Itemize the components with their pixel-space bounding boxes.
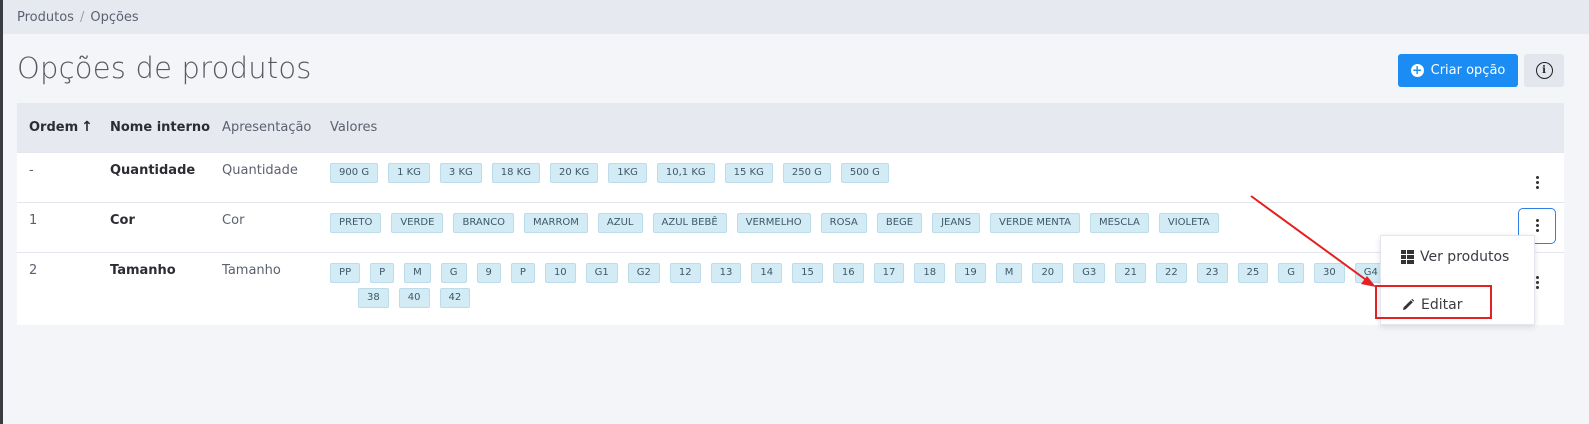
annotation-arrow-icon <box>1250 195 1376 287</box>
